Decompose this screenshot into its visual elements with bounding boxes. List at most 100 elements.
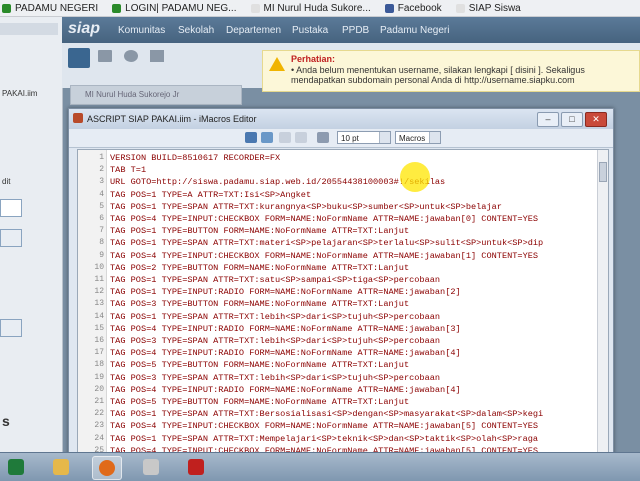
redo-icon[interactable] (295, 132, 307, 143)
siap-logo[interactable]: siap (68, 20, 100, 38)
maximize-button[interactable]: □ (561, 112, 583, 127)
line-number: 20 (94, 384, 104, 394)
code-line[interactable]: TAG POS=4 TYPE=INPUT:CHECKBOX FORM=NAME:… (110, 213, 538, 225)
code-line[interactable]: TAG POS=4 TYPE=INPUT:CHECKBOX FORM=NAME:… (110, 420, 538, 432)
mode-value: Macros (399, 134, 426, 143)
editor-toolbar: 10 pt Macros (69, 129, 613, 148)
window-title: ASCRIPT SIAP PAKAI.iim - iMacros Editor (87, 114, 257, 124)
code-line[interactable]: TAG POS=3 TYPE=BUTTON FORM=NAME:NoFormNa… (110, 298, 409, 310)
code-line[interactable]: TAG POS=1 TYPE=INPUT:RADIO FORM=NAME:NoF… (110, 286, 461, 298)
bookmark-label: Facebook (397, 2, 442, 14)
code-line[interactable]: URL GOTO=http://siswa.padamu.siap.web.id… (110, 176, 445, 188)
code-line[interactable]: TAG POS=1 TYPE=A ATTR=TXT:Isi<SP>Angket (110, 189, 311, 201)
line-number: 5 (99, 201, 104, 211)
code-line[interactable]: TAG POS=4 TYPE=INPUT:CHECKBOX FORM=NAME:… (110, 250, 538, 262)
left-snippet-3: s (2, 413, 10, 429)
nav-sekolah[interactable]: Sekolah (178, 25, 214, 36)
mouse-cursor-highlight (400, 162, 430, 192)
user-profile-row[interactable]: MI Nurul Huda Sukorejo Jr (70, 85, 242, 105)
user-icon[interactable] (68, 48, 90, 68)
line-number: 3 (99, 177, 104, 187)
line-number: 17 (94, 348, 104, 358)
bookmark-favicon-icon (112, 3, 122, 13)
chat-icon[interactable] (124, 50, 138, 62)
left-snippet-1: PAKAI.iim (2, 89, 38, 98)
left-button-2[interactable] (0, 319, 22, 337)
bookmark-item[interactable]: SIAP Siswa (455, 2, 521, 14)
line-number: 15 (94, 323, 104, 333)
mail-icon[interactable] (98, 50, 112, 62)
line-number: 22 (94, 409, 104, 419)
bookmark-item[interactable]: LOGIN| PADAMU NEG... (112, 3, 237, 14)
chevron-down-icon (379, 132, 390, 143)
mode-select[interactable]: Macros (395, 131, 441, 144)
left-input[interactable] (0, 199, 22, 217)
code-line[interactable]: TAG POS=1 TYPE=SPAN ATTR=TXT:Mempelajari… (110, 433, 538, 445)
nav-ppdb[interactable]: PPDB (342, 25, 369, 36)
code-line[interactable]: TAG POS=1 TYPE=SPAN ATTR=TXT:satu<SP>sam… (110, 274, 440, 286)
window-titlebar[interactable]: ASCRIPT SIAP PAKAI.iim - iMacros Editor … (69, 109, 613, 129)
line-number: 1 (99, 153, 104, 162)
code-line[interactable]: TAG POS=4 TYPE=INPUT:RADIO FORM=NAME:NoF… (110, 384, 461, 396)
nav-komunitas[interactable]: Komunitas (118, 25, 165, 36)
background-browser-pane: PAKAI.iim dit s (0, 17, 63, 452)
taskbar-acrobat-button[interactable] (182, 456, 210, 478)
line-number: 23 (94, 421, 104, 431)
group-icon[interactable] (150, 50, 164, 62)
bookmark-label: SIAP Siswa (468, 2, 521, 14)
line-number: 8 (99, 238, 104, 248)
line-number: 4 (99, 189, 104, 199)
line-number: 2 (99, 165, 104, 175)
code-line[interactable]: TAG POS=3 TYPE=SPAN ATTR=TXT:lebih<SP>da… (110, 335, 440, 347)
code-line[interactable]: TAG POS=5 TYPE=BUTTON FORM=NAME:NoFormNa… (110, 359, 409, 371)
line-number: 21 (94, 397, 104, 406)
bookmark-item[interactable]: MI Nurul Huda Sukore... (250, 2, 371, 14)
line-number: 9 (99, 250, 104, 260)
paint-icon (143, 459, 159, 475)
code-line[interactable]: TAG POS=5 TYPE=BUTTON FORM=NAME:NoFormNa… (110, 396, 409, 408)
line-number: 19 (94, 372, 104, 382)
find-icon[interactable] (317, 132, 329, 143)
imacros-app-icon (73, 113, 83, 123)
bookmark-favicon-icon (2, 3, 11, 13)
taskbar-explorer-button[interactable] (47, 456, 75, 478)
vertical-scrollbar[interactable] (597, 150, 608, 454)
code-line[interactable]: TAG POS=3 TYPE=SPAN ATTR=TXT:lebih<SP>da… (110, 372, 440, 384)
code-line[interactable]: TAB T=1 (110, 164, 146, 176)
line-number: 18 (94, 360, 104, 370)
code-line[interactable]: TAG POS=1 TYPE=BUTTON FORM=NAME:NoFormNa… (110, 225, 409, 237)
nav-departemen[interactable]: Departemen (226, 25, 281, 36)
bookmark-item[interactable]: Facebook (384, 2, 442, 14)
line-number: 24 (94, 433, 104, 443)
code-editor[interactable]: 1 2 3 4 5 6 7 8 9 10 11 12 13 14 15 16 17 18 19 20 21 22 23 24 2… (77, 149, 609, 455)
code-line[interactable]: TAG POS=1 TYPE=SPAN ATTR=TXT:materi<SP>p… (110, 237, 543, 249)
font-size-select[interactable]: 10 pt (337, 131, 391, 144)
code-line[interactable]: VERSION BUILD=8510617 RECORDER=FX (110, 152, 280, 164)
left-button[interactable] (0, 229, 22, 247)
taskbar-paint-button[interactable] (137, 456, 165, 478)
explorer-icon (53, 459, 69, 475)
bookmark-favicon-icon (455, 3, 465, 13)
code-line[interactable]: TAG POS=4 TYPE=INPUT:RADIO FORM=NAME:NoF… (110, 347, 461, 359)
minimize-button[interactable]: – (537, 112, 559, 127)
scrollbar-thumb[interactable] (599, 162, 607, 182)
save-as-icon[interactable] (261, 132, 273, 143)
code-line[interactable]: TAG POS=2 TYPE=BUTTON FORM=NAME:NoFormNa… (110, 262, 409, 274)
chevron-down-icon (429, 132, 440, 143)
warning-title: Perhatian: (291, 54, 336, 64)
code-line[interactable]: TAG POS=4 TYPE=INPUT:RADIO FORM=NAME:NoF… (110, 323, 461, 335)
taskbar-excel-button[interactable] (2, 456, 30, 478)
bookmark-item[interactable]: PADAMU NEGERI (2, 3, 98, 14)
undo-icon[interactable] (279, 132, 291, 143)
font-size-value: 10 pt (341, 134, 359, 143)
bookmark-label: MI Nurul Huda Sukore... (263, 2, 371, 14)
taskbar-firefox-button[interactable] (92, 456, 122, 480)
close-button[interactable]: ✕ (585, 112, 607, 127)
save-icon[interactable] (245, 132, 257, 143)
code-line[interactable]: TAG POS=1 TYPE=SPAN ATTR=TXT:Bersosialis… (110, 408, 543, 420)
nav-padamu-negeri[interactable]: Padamu Negeri (380, 25, 449, 36)
nav-pustaka[interactable]: Pustaka (292, 25, 328, 36)
code-line[interactable]: TAG POS=1 TYPE=SPAN ATTR=TXT:lebih<SP>da… (110, 311, 440, 323)
code-line[interactable]: TAG POS=1 TYPE=SPAN ATTR=TXT:kurangnya<S… (110, 201, 502, 213)
acrobat-icon (188, 459, 204, 475)
